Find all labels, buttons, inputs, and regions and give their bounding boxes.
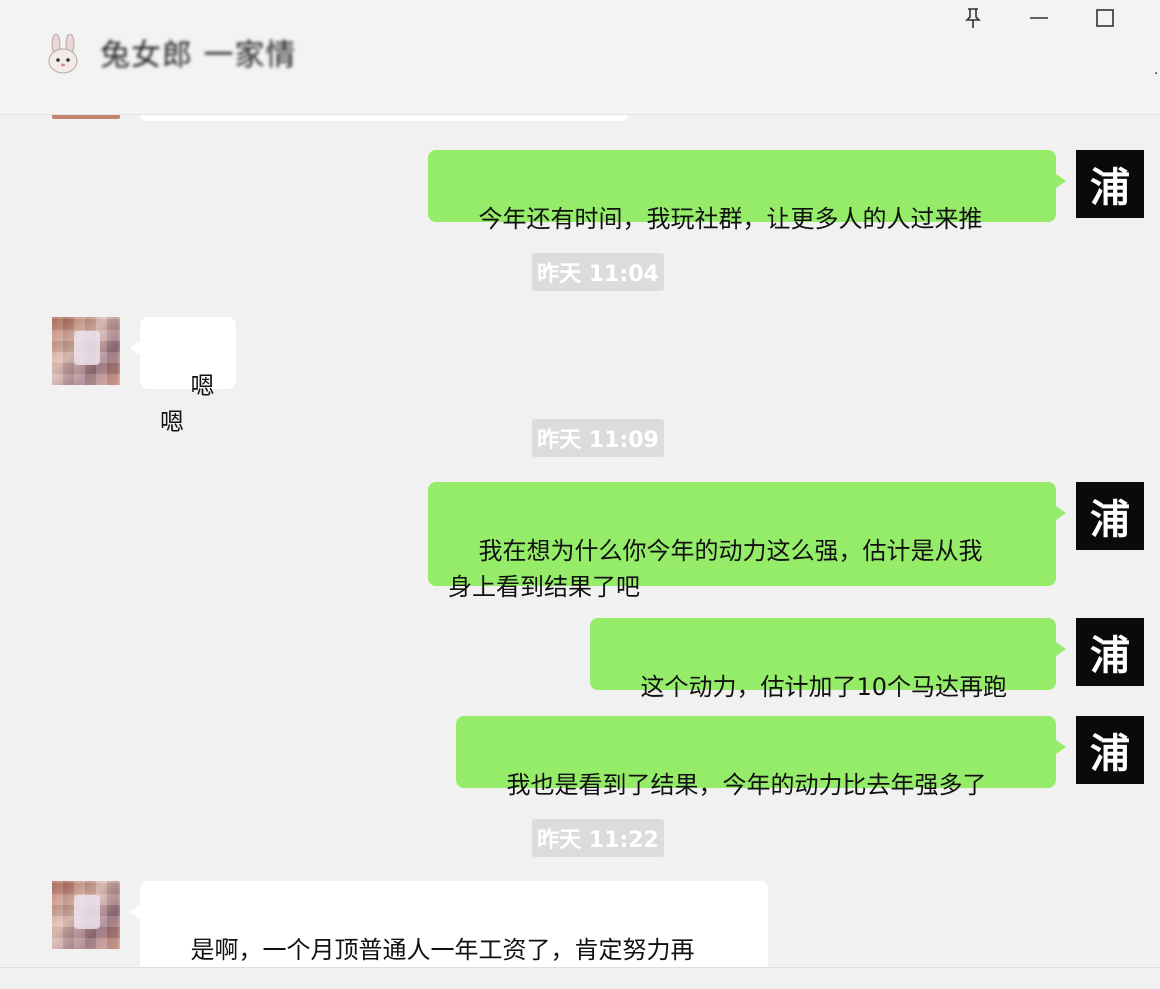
minimize-button[interactable] [1024,6,1054,30]
maximize-button[interactable] [1090,6,1120,30]
pin-button[interactable] [958,6,988,30]
maximize-icon [1096,9,1114,27]
timestamp: 昨天 11:04 [532,253,664,291]
avatar-self[interactable]: 浦 [1076,618,1144,686]
avatar[interactable] [52,115,120,119]
message-text: 嗯嗯 [160,372,215,436]
message-text: 是啊，一个月顶普通人一年工资了，肯定努力再 努力了！以后还得好好跟你学习网络知识… [190,936,695,964]
more-indicator[interactable]: · [1154,66,1158,82]
message-bubble-outgoing[interactable]: 今年还有时间，我玩社群，让更多人的人过来推 [428,150,1066,233]
message-bubble-outgoing[interactable]: 我也是看到了结果，今年的动力比去年强多了 [456,716,1066,799]
pin-icon [965,8,981,28]
chat-area[interactable]: 今年还有时间，我玩社群，让更多人的人过来推 浦 昨天 11:04 嗯嗯 昨天 1… [0,115,1160,967]
message-bubble-outgoing[interactable]: 这个动力，估计加了10个马达再跑 [590,618,1066,701]
avatar-self[interactable]: 浦 [1076,150,1144,218]
message-bubble-incoming[interactable]: 嗯嗯 [130,317,236,436]
avatar-self[interactable]: 浦 [1076,482,1144,550]
avatar-glyph: 浦 [1090,164,1130,211]
avatar-contact[interactable] [52,881,120,949]
timestamp: 昨天 11:09 [532,419,664,457]
message-text: 这个动力，估计加了10个马达再跑 [640,673,1008,701]
message-text: 我在想为什么你今年的动力这么强，估计是从我 身上看到结果了吧 [448,537,983,601]
avatar-contact[interactable] [52,317,120,385]
avatar-glyph: 浦 [1090,730,1130,777]
minimize-icon [1030,17,1048,19]
avatar-glyph: 浦 [1090,632,1130,679]
timestamp: 昨天 11:22 [532,819,664,857]
message-bubble-incoming[interactable]: 是啊，一个月顶普通人一年工资了，肯定努力再 努力了！以后还得好好跟你学习网络知识… [130,881,768,967]
message-bubble [140,115,628,121]
avatar-self[interactable]: 浦 [1076,716,1144,784]
message-text: 我也是看到了结果，今年的动力比去年强多了 [506,771,987,799]
message-bubble-outgoing[interactable]: 我在想为什么你今年的动力这么强，估计是从我 身上看到结果了吧 [428,482,1066,601]
message-text: 今年还有时间，我玩社群，让更多人的人过来推 [478,205,983,233]
avatar-glyph: 浦 [1090,496,1130,543]
input-area-edge [0,967,1160,989]
rabbit-icon [48,34,78,74]
title-bar: 兔女郎 一家情 · [0,0,1160,115]
chat-title: 兔女郎 一家情 [100,38,297,73]
